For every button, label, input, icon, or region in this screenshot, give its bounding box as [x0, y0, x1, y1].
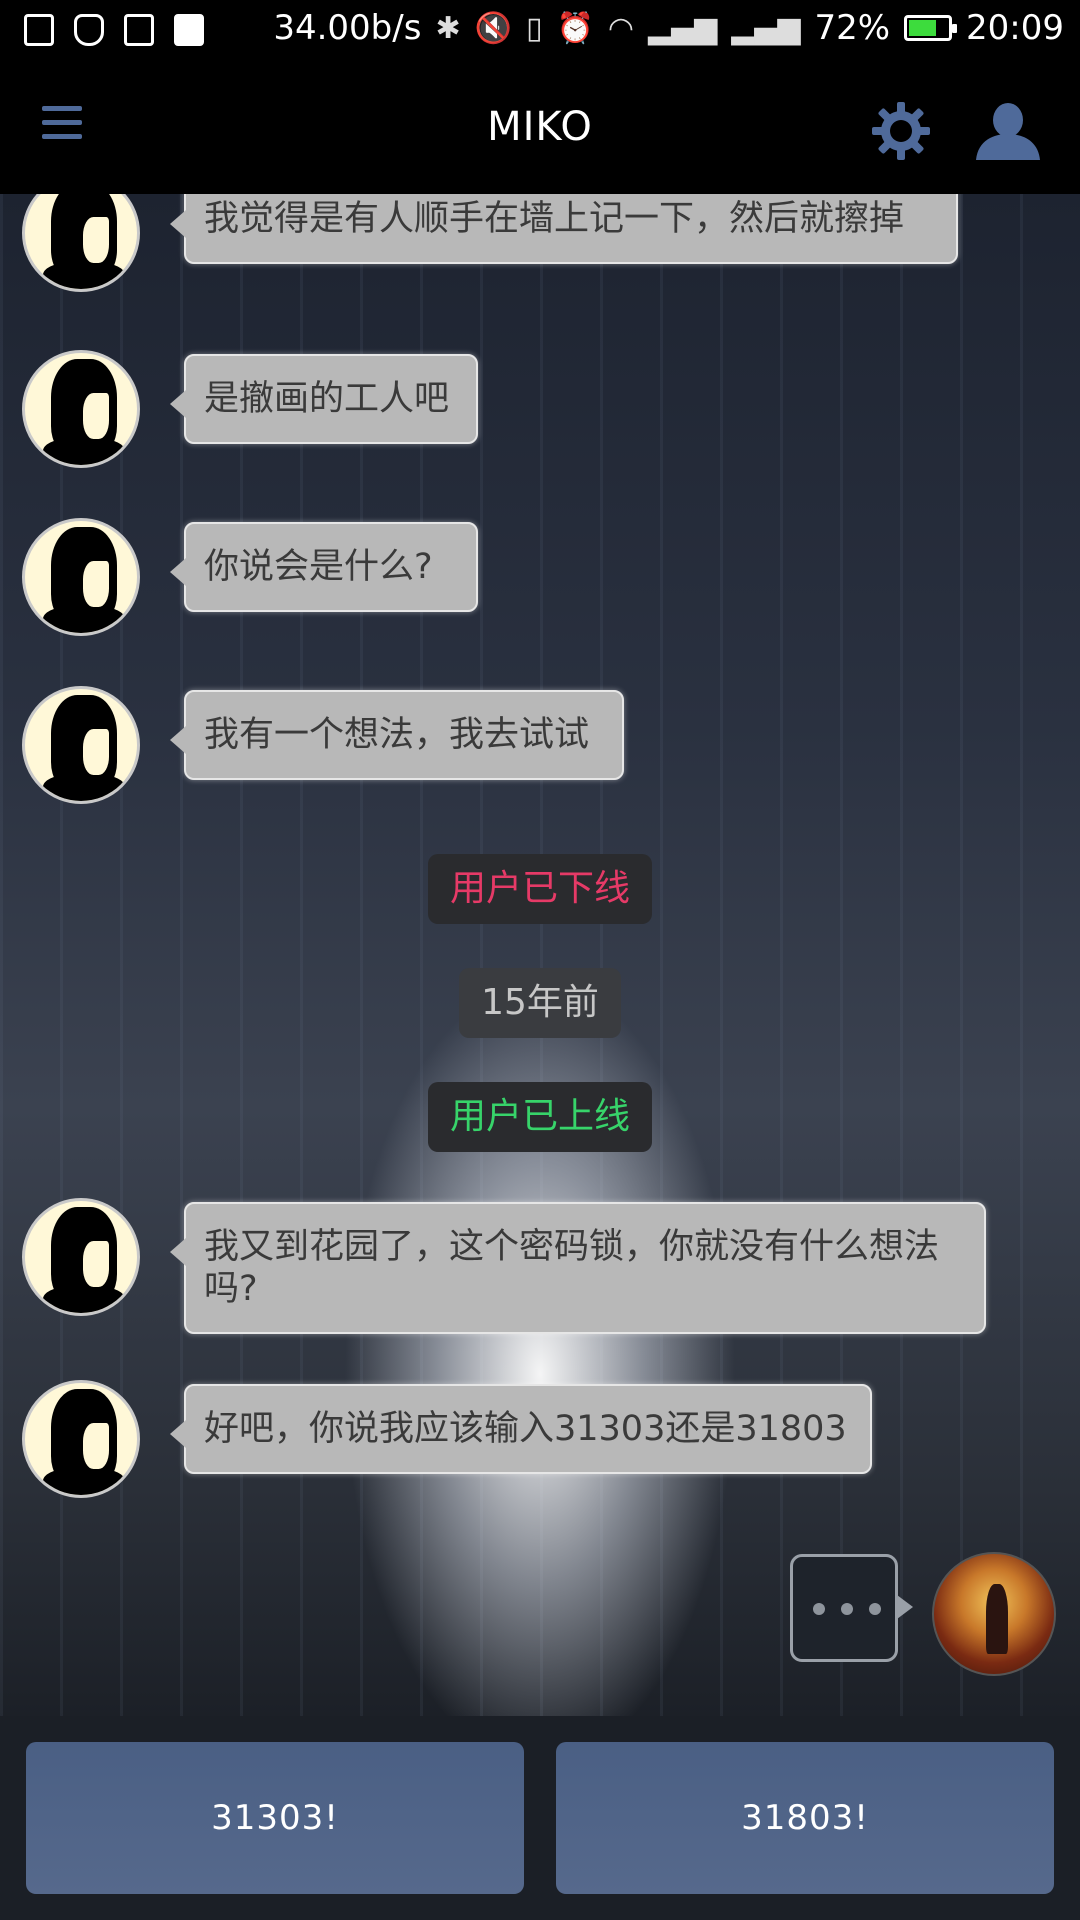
message-bubble: 好吧，你说我应该输入31303还是31803 — [170, 1384, 872, 1474]
shield-icon — [74, 14, 104, 46]
mute-icon: 🔇 — [474, 10, 512, 46]
message-bubble: 我觉得是有人顺手在墙上记一下，然后就擦掉 — [170, 194, 958, 264]
signal-2-icon: ▂▄▆ — [731, 10, 801, 46]
status-bar: 34.00b/s ✱ 🔇 ▯ ⏰ ◠ ▂▄▆ ▂▄▆ 72% 20:09 — [0, 0, 1080, 62]
chat-area[interactable]: 我觉得是有人顺手在墙上记一下，然后就擦掉 是撤画的工人吧 你说会是什么? 我有一… — [0, 194, 1080, 1716]
user-icon[interactable] — [974, 100, 1042, 162]
offline-label: 用户已下线 — [427, 854, 652, 924]
alarm-icon: ⏰ — [556, 10, 594, 46]
battery-icon — [904, 15, 958, 41]
reply-option-2-button[interactable]: 31803! — [556, 1742, 1054, 1894]
avatar[interactable] — [22, 1198, 140, 1316]
message-bubble: 是撤画的工人吧 — [170, 354, 478, 444]
message-bubble: 我有一个想法，我去试试 — [170, 690, 624, 780]
clock: 20:09 — [966, 8, 1064, 48]
reply-bar: 31303! 31803! — [0, 1716, 1080, 1920]
sd-card-icon — [24, 14, 54, 46]
system-message-time: 15年前 — [0, 968, 1080, 1038]
system-message-online: 用户已上线 — [0, 1082, 1080, 1152]
battery-saver-icon — [124, 14, 154, 46]
wifi-icon: ◠ — [607, 10, 634, 46]
typing-dots-icon — [813, 1603, 881, 1615]
avatar[interactable] — [22, 518, 140, 636]
battery-fill — [909, 20, 937, 36]
online-label: 用户已上线 — [427, 1082, 652, 1152]
system-message-offline: 用户已下线 — [0, 854, 1080, 924]
signal-icon: ▂▄▆ — [648, 10, 718, 46]
bluetooth-icon: ✱ — [435, 10, 461, 46]
avatar[interactable] — [22, 1380, 140, 1498]
battery-percent: 72% — [814, 8, 891, 48]
vibrate-off-icon: ▯ — [525, 10, 543, 46]
notification-square-icon — [174, 14, 204, 46]
message-bubble: 我又到花园了，这个密码锁，你就没有什么想法吗? — [170, 1202, 986, 1334]
app-bar: MIKO — [0, 62, 1080, 194]
message-bubble: 你说会是什么? — [170, 522, 478, 612]
avatar[interactable] — [22, 194, 140, 292]
reply-option-1-button[interactable]: 31303! — [26, 1742, 524, 1894]
gear-icon[interactable] — [870, 100, 932, 162]
typing-indicator — [790, 1554, 913, 1662]
avatar[interactable] — [22, 686, 140, 804]
network-speed: 34.00b/s — [273, 8, 422, 48]
time-gap-label: 15年前 — [459, 968, 621, 1038]
self-avatar[interactable] — [932, 1552, 1056, 1676]
avatar[interactable] — [22, 350, 140, 468]
